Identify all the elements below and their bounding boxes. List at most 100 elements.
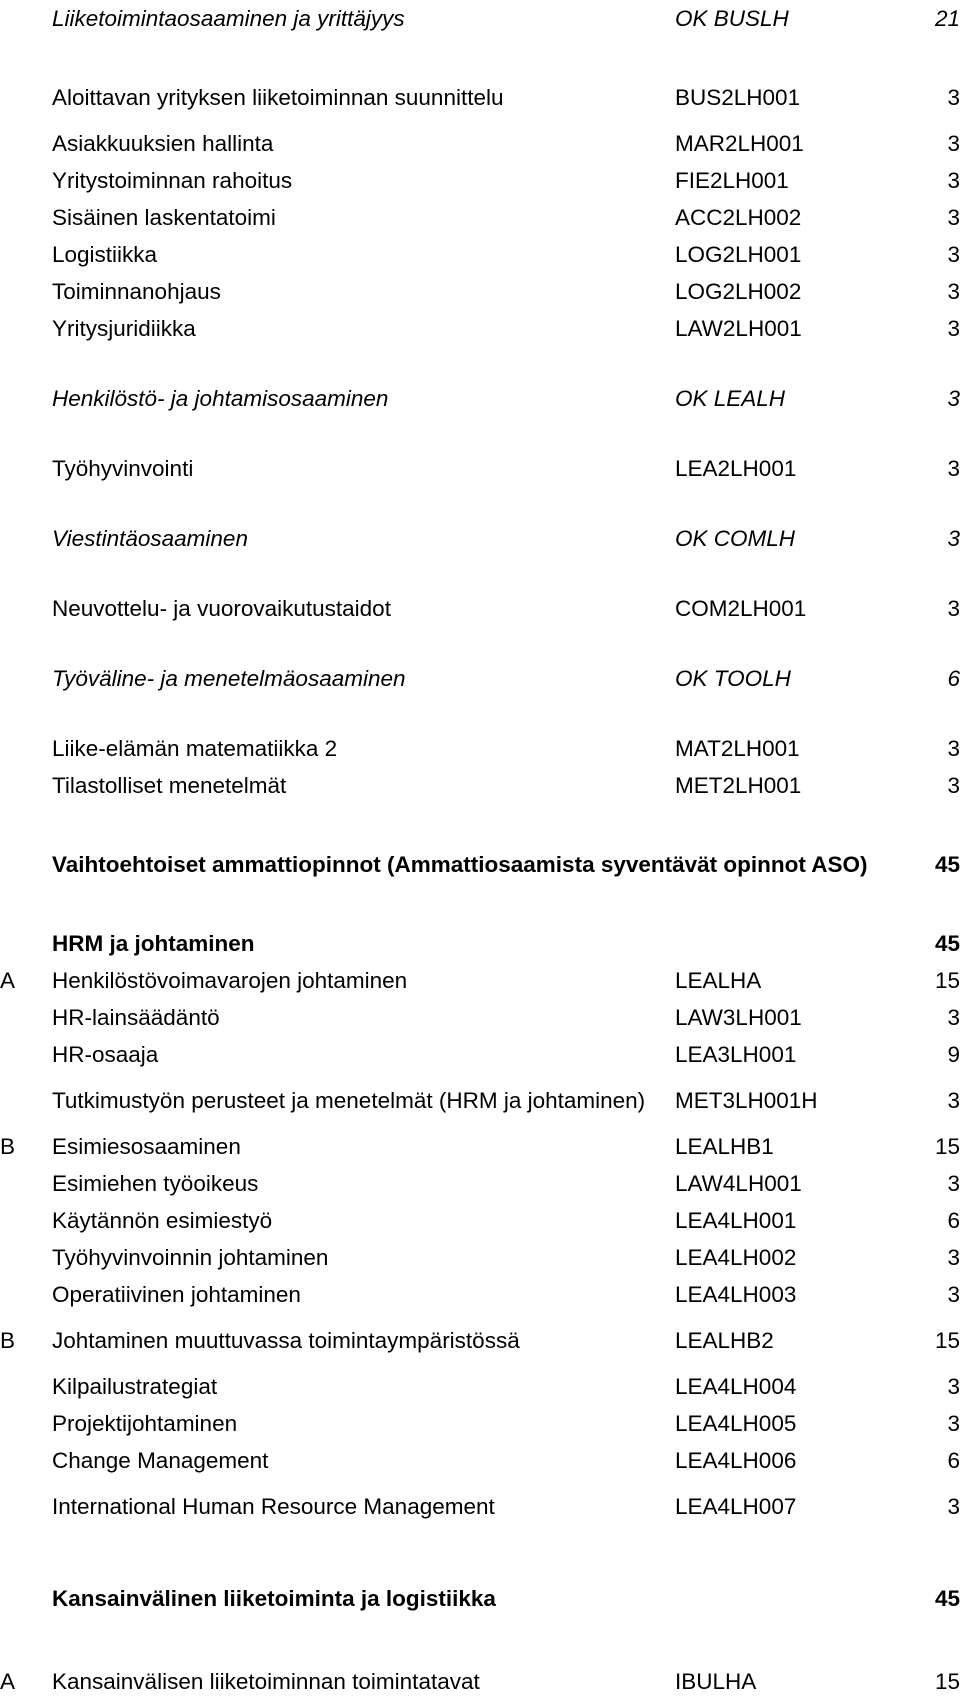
- row-gap: [0, 804, 960, 837]
- row-credits: 3: [947, 168, 960, 193]
- table-row: A Henkilöstövoimavarojen johtaminen LEAL…: [0, 962, 960, 999]
- row-name: International Human Resource Management: [52, 1494, 495, 1519]
- row-name: Liike-elämän matematiikka 2: [52, 736, 338, 761]
- table-row: A Kansainvälisen liiketoiminnan toiminta…: [0, 1663, 960, 1700]
- row-credits: 3: [947, 131, 960, 156]
- spacer: [0, 37, 960, 70]
- table-row: Tutkimustyön perusteet ja menetelmät (HR…: [0, 1073, 960, 1128]
- table-row: Työhyvinvoinnin johtaminen LEA4LH002 3: [0, 1239, 960, 1276]
- row-letter: [0, 999, 52, 1036]
- row-letter: [0, 1276, 52, 1313]
- spacer: [0, 417, 960, 450]
- row-name: Sisäinen laskentatoimi: [52, 205, 276, 230]
- table-row: Kilpailustrategiat LEA4LH004 3: [0, 1368, 960, 1405]
- row-code: OK LEALH: [675, 386, 786, 411]
- row-credits: 6: [947, 1208, 960, 1233]
- row-credits: 15: [934, 1134, 960, 1159]
- row-code: MET3LH001H: [675, 1088, 818, 1113]
- row-credits: 15: [934, 968, 960, 993]
- row-credits: 3: [947, 85, 960, 110]
- row-gap: [0, 627, 960, 660]
- row-code: [675, 925, 895, 962]
- row-letter: [0, 273, 52, 310]
- row-letter: [0, 310, 52, 347]
- table-row: Toiminnanohjaus LOG2LH002 3: [0, 273, 960, 310]
- row-code: ACC2LH002: [675, 205, 802, 230]
- row-credits: 3: [947, 386, 960, 411]
- row-letter: [0, 380, 52, 417]
- row-name: HR-osaaja: [52, 1042, 159, 1067]
- row-code: MET2LH001: [675, 773, 802, 798]
- table-row: B Esimiesosaaminen LEALHB1 15: [0, 1128, 960, 1165]
- row-letter: [0, 1442, 52, 1479]
- table-row: Työhyvinvointi LEA2LH001 3: [0, 450, 960, 487]
- row-name: Operatiivinen johtaminen: [52, 1282, 301, 1307]
- row-name: Change Management: [52, 1448, 269, 1473]
- table-row: HR-lainsäädäntö LAW3LH001 3: [0, 999, 960, 1036]
- row-credits: 3: [947, 1005, 960, 1030]
- row-name: Neuvottelu- ja vuorovaikutustaidot: [52, 596, 391, 621]
- row-name: Työväline- ja menetelmäosaaminen: [52, 666, 406, 691]
- row-code: LAW2LH001: [675, 316, 802, 341]
- row-letter: [0, 450, 52, 487]
- row-name: Tutkimustyön perusteet ja menetelmät (HR…: [52, 1088, 646, 1113]
- row-code: LEA4LH001: [675, 1208, 797, 1233]
- row-name: Työhyvinvoinnin johtaminen: [52, 1245, 329, 1270]
- row-credits: 3: [947, 205, 960, 230]
- table-row-subsection: Kansainvälinen liiketoiminta ja logistii…: [0, 1580, 960, 1617]
- curriculum-table-body: Liiketoimintaosaaminen ja yrittäjyys OK …: [0, 0, 960, 1700]
- row-code: LEA4LH006: [675, 1448, 797, 1473]
- row-letter: [0, 70, 52, 125]
- row-credits: 3: [947, 316, 960, 341]
- spacer: [0, 627, 960, 660]
- table-row-subsection: HRM ja johtaminen 45: [0, 925, 960, 962]
- row-credits: 3: [947, 279, 960, 304]
- row-code: MAR2LH001: [675, 131, 804, 156]
- row-gap: [0, 347, 960, 380]
- section-title: Vaihtoehtoiset ammattiopinnot (Ammattios…: [52, 852, 868, 877]
- row-letter: [0, 1405, 52, 1442]
- row-letter: B: [0, 1134, 16, 1159]
- table-row: Neuvottelu- ja vuorovaikutustaidot COM2L…: [0, 590, 960, 627]
- row-letter: [0, 1036, 52, 1073]
- row-code: LEA4LH005: [675, 1411, 797, 1436]
- row-credits: 3: [947, 242, 960, 267]
- spacer: [0, 347, 960, 380]
- row-code: LEA4LH004: [675, 1374, 797, 1399]
- document-page: Liiketoimintaosaaminen ja yrittäjyys OK …: [0, 0, 960, 1694]
- row-credits: 3: [947, 456, 960, 481]
- row-credits: 3: [947, 526, 960, 551]
- row-code: LEA4LH003: [675, 1282, 797, 1307]
- row-letter: [0, 1239, 52, 1276]
- row-name: Tilastolliset menetelmät: [52, 773, 287, 798]
- row-code: LEALHA: [675, 968, 762, 993]
- row-code: IBULHA: [675, 1669, 757, 1694]
- row-credits: 3: [947, 1171, 960, 1196]
- table-row: Asiakkuuksien hallinta MAR2LH001 3: [0, 125, 960, 162]
- curriculum-table: Liiketoimintaosaaminen ja yrittäjyys OK …: [0, 0, 960, 1700]
- table-row: HR-osaaja LEA3LH001 9: [0, 1036, 960, 1073]
- row-credits: 45: [934, 931, 960, 956]
- row-code: [675, 1580, 895, 1617]
- spacer: [0, 1617, 960, 1663]
- row-code: LEA4LH002: [675, 1245, 797, 1270]
- row-code: COM2LH001: [675, 596, 807, 621]
- row-letter: [0, 236, 52, 273]
- row-code: LAW3LH001: [675, 1005, 802, 1030]
- table-row: Liiketoimintaosaaminen ja yrittäjyys OK …: [0, 0, 960, 37]
- table-row: Projektijohtaminen LEA4LH005 3: [0, 1405, 960, 1442]
- spacer: [0, 892, 960, 925]
- row-letter: [0, 125, 52, 162]
- row-letter: A: [0, 968, 16, 993]
- table-row: Tilastolliset menetelmät MET2LH001 3: [0, 767, 960, 804]
- row-credits: 3: [947, 1494, 960, 1519]
- row-name: Aloittavan yrityksen liiketoiminnan suun…: [52, 85, 504, 110]
- row-credits: 21: [934, 6, 960, 31]
- table-row: Sisäinen laskentatoimi ACC2LH002 3: [0, 199, 960, 236]
- table-row: Yritysjuridiikka LAW2LH001 3: [0, 310, 960, 347]
- row-name: Yritystoiminnan rahoitus: [52, 168, 293, 193]
- subsection-title: Kansainvälinen liiketoiminta ja logistii…: [52, 1586, 496, 1611]
- row-code: LEA4LH007: [675, 1494, 797, 1519]
- row-letter: [0, 767, 52, 804]
- row-code: BUS2LH001: [675, 85, 801, 110]
